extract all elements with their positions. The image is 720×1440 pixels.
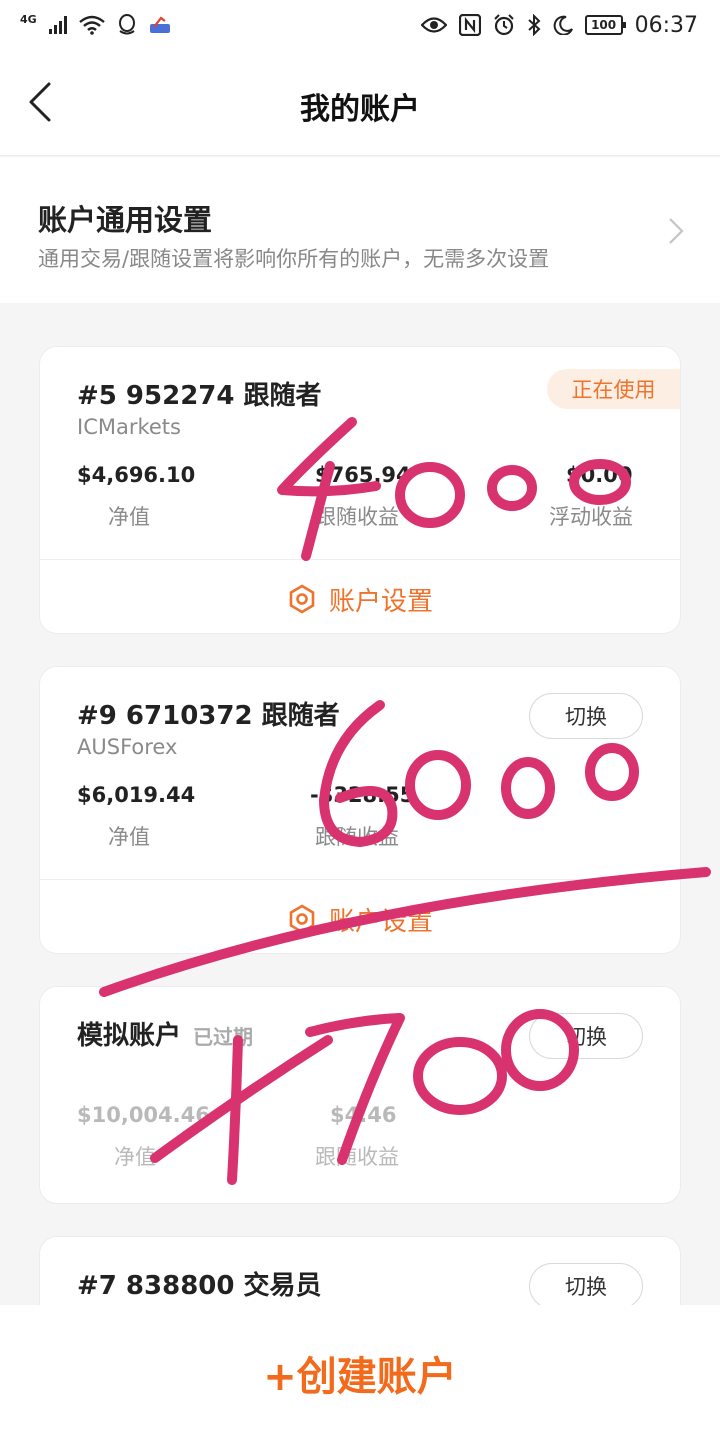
account-title: #9 6710372 跟随者 <box>77 701 340 731</box>
status-right: 100 06:37 <box>420 12 698 38</box>
alarm-icon <box>493 14 514 36</box>
status-bar: 4G 100 06:37 <box>0 0 720 50</box>
account-settings-button[interactable]: 账户设置 <box>40 881 680 953</box>
general-settings-row[interactable]: 账户通用设置 通用交易/跟随设置将影响你所有的账户，无需多次设置 <box>0 157 720 303</box>
follow-profit-value: $765.94 <box>315 463 411 487</box>
equity-label: 净值 <box>108 505 150 529</box>
clock: 06:37 <box>634 12 698 38</box>
bluetooth-icon <box>527 14 541 36</box>
signal-icon <box>48 16 67 34</box>
account-settings-label: 账户设置 <box>328 586 433 617</box>
account-settings-button[interactable]: 账户设置 <box>40 561 680 633</box>
network-type: 4G <box>20 12 37 26</box>
create-account-bar: +创建账户 <box>0 1305 720 1440</box>
floating-profit-label: 浮动收益 <box>549 505 633 529</box>
switch-button[interactable]: 切换 <box>529 1013 643 1059</box>
qq-icon <box>118 14 135 35</box>
account-broker: ICMarkets <box>77 415 181 439</box>
account-card-6710372[interactable]: #9 6710372 跟随者 切换 AUSForex $6,019.44 净值 … <box>39 666 681 954</box>
account-card-demo[interactable]: 模拟账户 已过期 切换 $10,004.46 净值 $4.46 跟随收益 <box>39 986 681 1204</box>
switch-button[interactable]: 切换 <box>529 1263 643 1309</box>
nav-bar: 我的账户 <box>0 50 720 156</box>
general-settings-title: 账户通用设置 <box>38 203 213 237</box>
account-title: 模拟账户 <box>77 1021 182 1051</box>
card-divider <box>40 559 680 560</box>
page-title: 我的账户 <box>300 92 420 127</box>
account-title-row: 模拟账户 已过期 <box>77 1015 253 1052</box>
account-broker: AUSForex <box>77 735 178 759</box>
follow-profit-label: 跟随收益 <box>315 1145 399 1169</box>
floating-profit-value: $0.00 <box>566 463 633 487</box>
settings-hexagon-icon <box>289 904 315 934</box>
chevron-right-icon <box>669 218 684 244</box>
switch-button[interactable]: 切换 <box>529 693 643 739</box>
battery-icon: 100 <box>584 15 626 35</box>
equity-label: 净值 <box>114 1145 156 1169</box>
account-title: #7 838800 交易员 <box>77 1271 322 1301</box>
status-left: 4G <box>20 12 171 36</box>
wifi-icon <box>78 15 105 35</box>
follow-profit-value: -$328.55 <box>310 783 415 807</box>
eye-icon <box>420 17 447 33</box>
general-settings-subtitle: 通用交易/跟随设置将影响你所有的账户，无需多次设置 <box>38 247 550 271</box>
equity-value: $4,696.10 <box>77 463 196 487</box>
follow-profit-label: 跟随收益 <box>315 505 399 529</box>
moon-icon <box>553 15 573 35</box>
active-badge: 正在使用 <box>547 369 680 409</box>
app-notification-icon <box>149 16 170 33</box>
nfc-icon <box>458 14 481 36</box>
expired-status: 已过期 <box>193 1025 254 1049</box>
account-card-952274[interactable]: #5 952274 跟随者 正在使用 ICMarkets $4,696.10 净… <box>39 346 681 634</box>
account-title: #5 952274 跟随者 <box>77 381 322 411</box>
equity-value: $10,004.46 <box>77 1103 210 1127</box>
equity-value: $6,019.44 <box>77 783 196 807</box>
follow-profit-label: 跟随收益 <box>315 825 399 849</box>
account-settings-label: 账户设置 <box>328 906 433 937</box>
create-account-button[interactable]: +创建账户 <box>263 1344 457 1402</box>
equity-label: 净值 <box>108 825 150 849</box>
card-divider <box>40 879 680 880</box>
follow-profit-value: $4.46 <box>330 1103 397 1127</box>
settings-hexagon-icon <box>289 584 315 614</box>
